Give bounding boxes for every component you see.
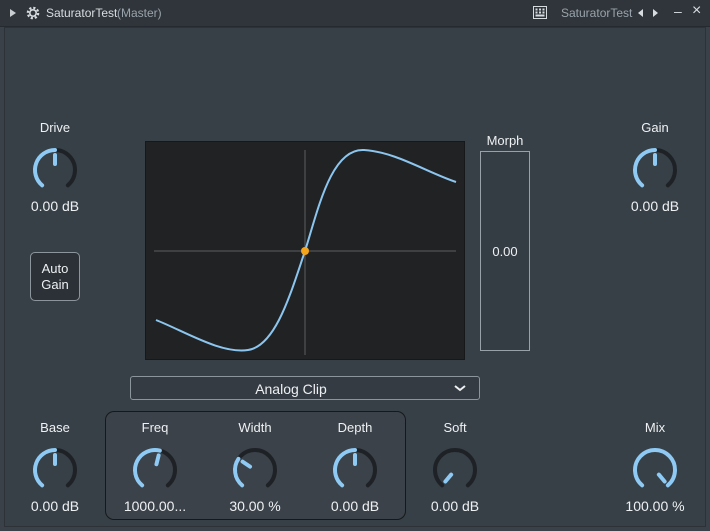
soft-label: Soft bbox=[443, 420, 467, 435]
title-bar: SaturatorTest (Master) SaturatorTest – × bbox=[0, 0, 710, 27]
morph-value: 0.00 bbox=[492, 244, 518, 259]
width-label: Width bbox=[238, 420, 272, 435]
mix-knob-value-arc bbox=[633, 448, 677, 488]
base-label: Base bbox=[40, 420, 70, 435]
drive-knob-value-arc bbox=[33, 148, 57, 188]
drive-value[interactable]: 0.00 dB bbox=[15, 198, 95, 214]
preset-name[interactable]: SaturatorTest bbox=[561, 0, 632, 26]
gear-icon[interactable] bbox=[25, 5, 41, 21]
next-preset-icon[interactable] bbox=[652, 8, 659, 18]
gain-value[interactable]: 0.00 dB bbox=[615, 198, 695, 214]
plugin-title: SaturatorTest bbox=[46, 6, 118, 20]
freq-value[interactable]: 1000.00... bbox=[110, 498, 200, 514]
expand-icon[interactable] bbox=[9, 8, 17, 18]
gain-label: Gain bbox=[641, 120, 669, 135]
saturation-mode-value: Analog Clip bbox=[255, 381, 327, 397]
minimize-icon[interactable]: – bbox=[674, 0, 682, 24]
width-knob-track bbox=[233, 448, 277, 488]
keyboard-icon[interactable] bbox=[533, 6, 547, 19]
depth-knob-value-arc bbox=[333, 448, 357, 488]
chevron-down-icon bbox=[454, 385, 466, 392]
auto-gain-button[interactable]: Auto Gain bbox=[30, 252, 80, 301]
freq-knob[interactable] bbox=[130, 445, 180, 495]
transfer-curve-display bbox=[145, 141, 465, 360]
morph-label: Morph bbox=[486, 133, 524, 148]
freq-knob-pointer bbox=[154, 453, 161, 467]
mix-label: Mix bbox=[644, 420, 666, 435]
drive-label: Drive bbox=[39, 120, 71, 135]
freq-knob-value-arc bbox=[132, 448, 162, 488]
drive-knob[interactable] bbox=[30, 145, 80, 195]
depth-label: Depth bbox=[337, 420, 373, 435]
depth-knob[interactable] bbox=[330, 445, 380, 495]
width-knob-pointer bbox=[240, 459, 253, 469]
width-value[interactable]: 30.00 % bbox=[215, 498, 295, 514]
soft-knob[interactable] bbox=[430, 445, 480, 495]
gain-knob[interactable] bbox=[630, 145, 680, 195]
mix-knob[interactable] bbox=[630, 445, 680, 495]
morph-slider[interactable]: 0.00 bbox=[480, 151, 530, 351]
auto-gain-label-line2: Gain bbox=[41, 277, 69, 292]
base-value[interactable]: 0.00 dB bbox=[15, 498, 95, 514]
base-knob[interactable] bbox=[30, 445, 80, 495]
freq-label: Freq bbox=[141, 420, 169, 435]
close-icon[interactable]: × bbox=[692, 0, 701, 24]
width-knob[interactable] bbox=[230, 445, 280, 495]
soft-value[interactable]: 0.00 dB bbox=[415, 498, 495, 514]
base-knob-value-arc bbox=[33, 448, 57, 488]
mix-knob-pointer bbox=[656, 472, 667, 484]
soft-knob-pointer bbox=[443, 472, 454, 484]
curve-center-point[interactable] bbox=[301, 247, 309, 255]
gain-knob-value-arc bbox=[633, 148, 657, 188]
track-name: (Master) bbox=[117, 6, 162, 20]
auto-gain-label-line1: Auto bbox=[41, 261, 69, 276]
previous-preset-icon[interactable] bbox=[637, 8, 644, 18]
saturation-mode-select[interactable]: Analog Clip bbox=[130, 376, 480, 400]
mix-value[interactable]: 100.00 % bbox=[615, 498, 695, 514]
depth-value[interactable]: 0.00 dB bbox=[315, 498, 395, 514]
soft-knob-track bbox=[433, 448, 477, 488]
